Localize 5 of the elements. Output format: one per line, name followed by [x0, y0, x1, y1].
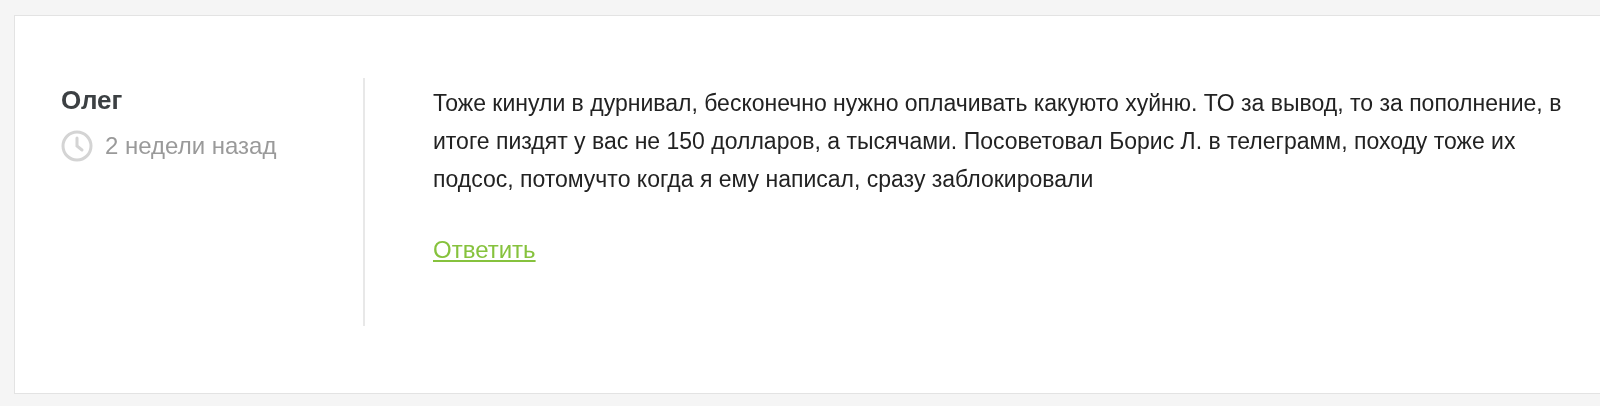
author-name: Олег: [61, 84, 124, 117]
comment-text: Тоже кинули в дурнивал, бесконечно нужно оплачивать какуюто хуйню. ТО за вывод, то за пополнение, в итоге пиздят у вас не 150 долларов, а тысячами. Посоветовал Борис Л. в телеграмм, походу тоже их подсос, потомучто когда я ему написал, сразу заблокировали: [433, 89, 1563, 194]
comment-time: 2 недели назад: [105, 131, 277, 161]
clock-icon: [61, 130, 93, 162]
reply-link[interactable]: Ответить: [433, 232, 536, 268]
